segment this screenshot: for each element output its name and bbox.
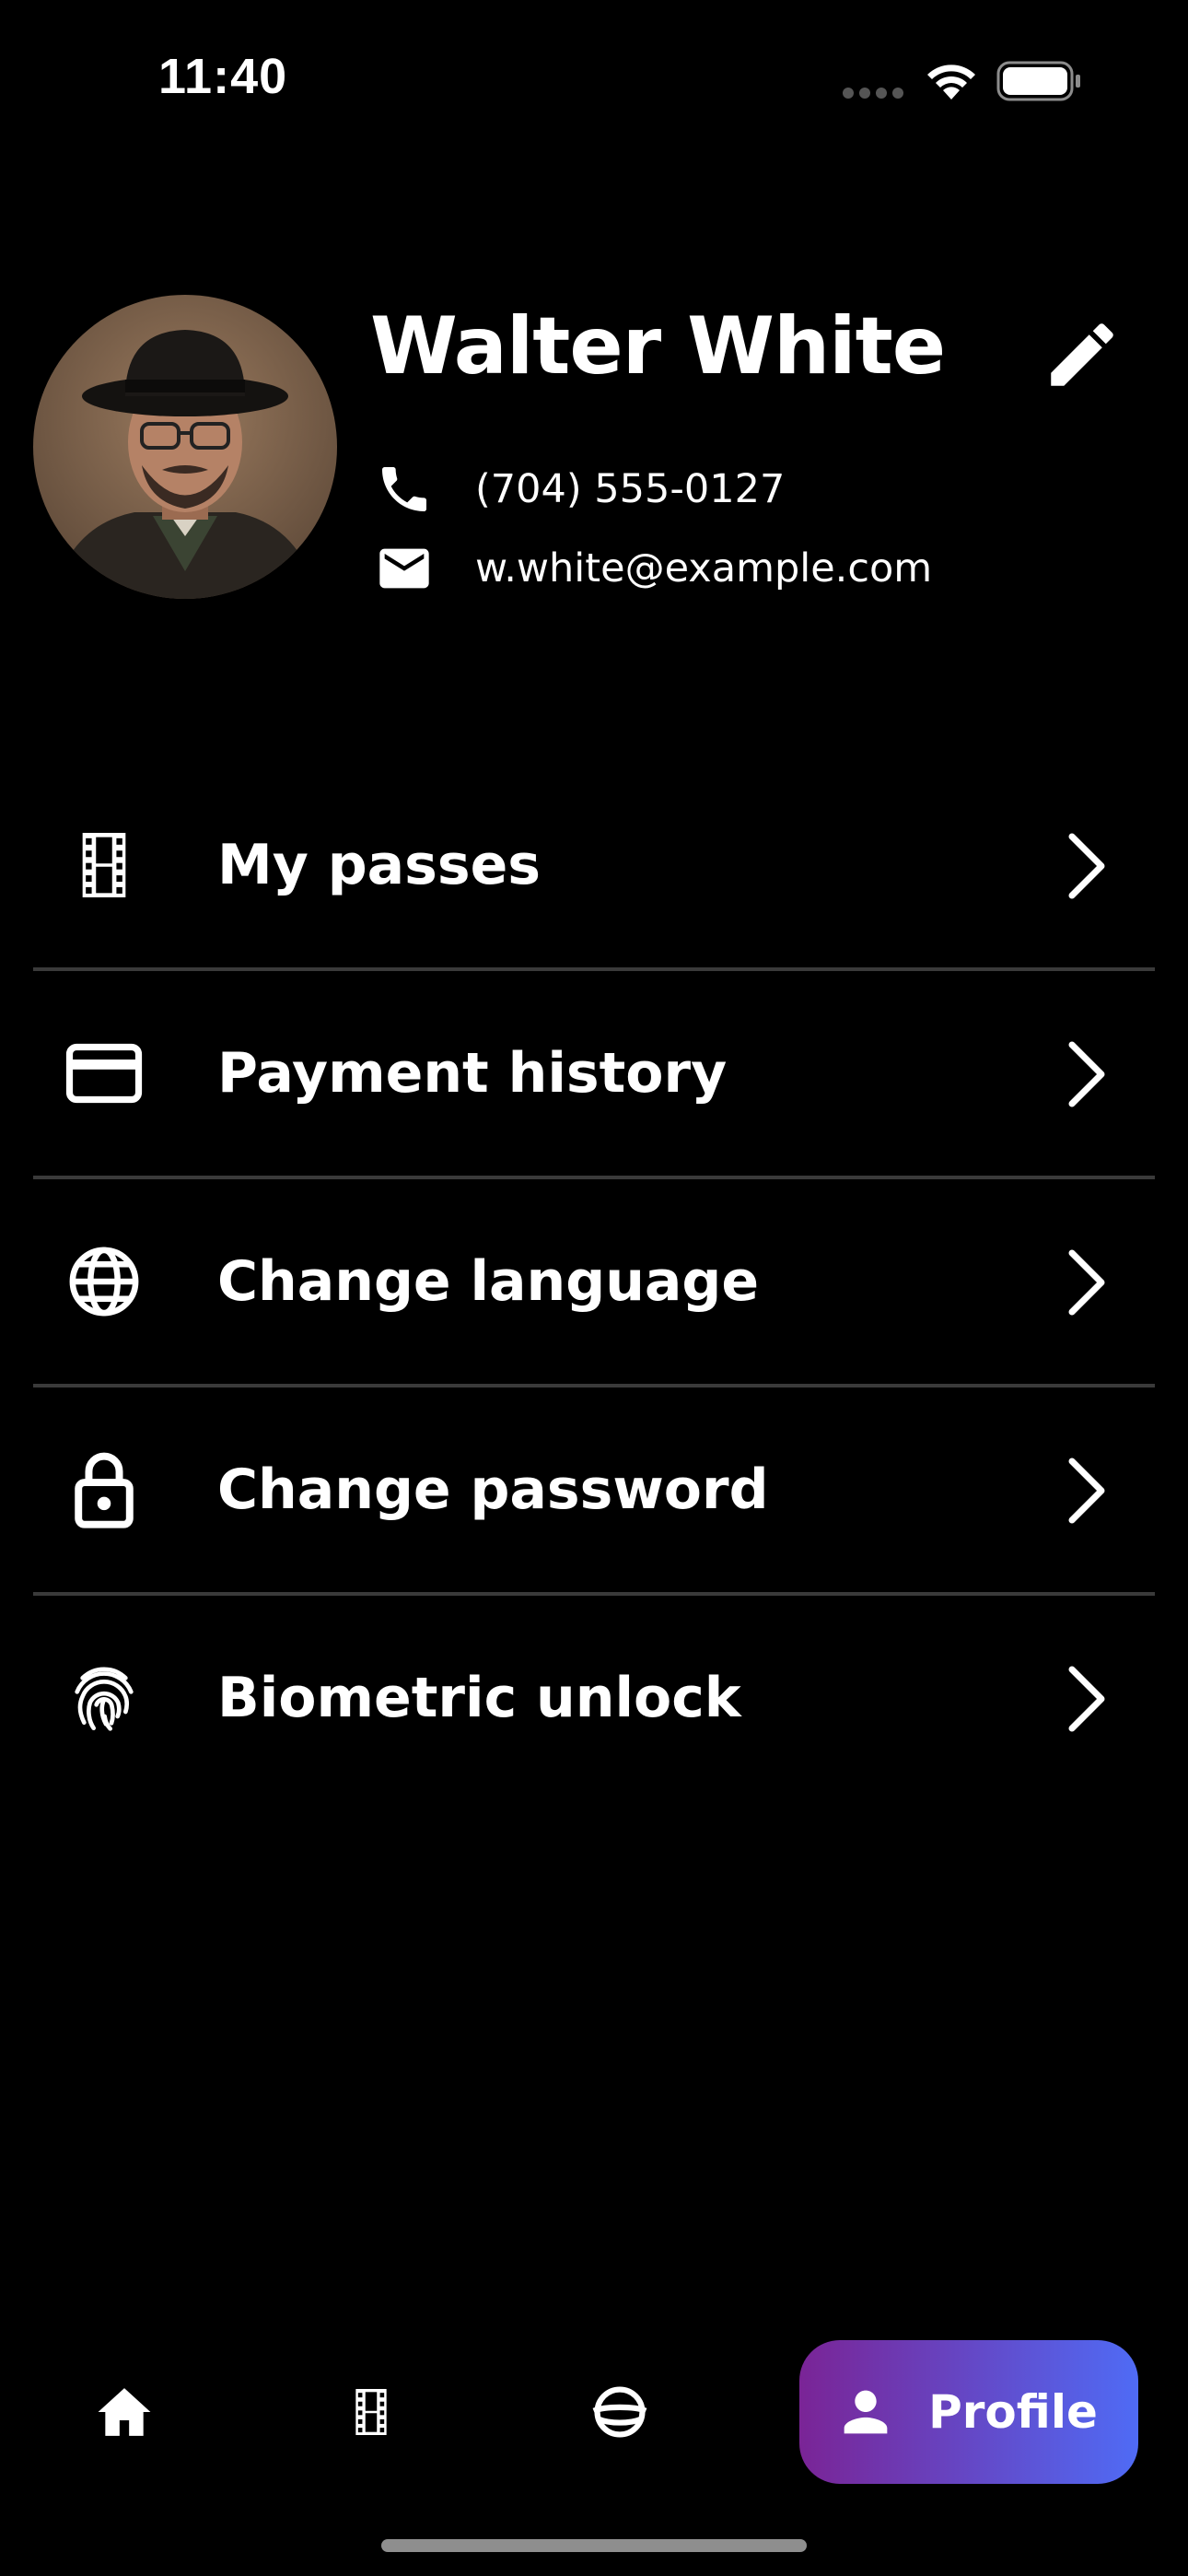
menu-item-label: My passes: [217, 833, 541, 897]
nav-explore[interactable]: [562, 2340, 678, 2484]
status-bar: 11:40: [0, 0, 1188, 147]
menu-item-label: Biometric unlock: [217, 1666, 741, 1730]
cellular-signal-icon: [843, 88, 903, 99]
chevron-right-icon: [1068, 833, 1105, 899]
nav-profile[interactable]: Profile: [799, 2340, 1138, 2484]
chevron-right-icon: [1068, 1458, 1105, 1524]
menu-item-label: Change language: [217, 1249, 760, 1314]
nav-passes[interactable]: [313, 2340, 429, 2484]
menu-item-payment-history[interactable]: Payment history: [33, 971, 1155, 1179]
globe-icon: [69, 1247, 139, 1317]
status-time: 11:40: [158, 49, 288, 104]
credit-card-icon: [65, 1043, 143, 1104]
mail-icon: [379, 548, 429, 589]
edit-profile-button[interactable]: [1041, 313, 1124, 396]
chevron-right-icon: [1068, 1666, 1105, 1732]
lock-icon: [75, 1452, 134, 1528]
profile-name: Walter White: [370, 300, 946, 392]
planet-icon: [592, 2386, 647, 2438]
phone-icon: [382, 467, 426, 511]
bottom-navigation: Profile: [0, 2340, 1188, 2497]
phone-number: (704) 555-0127: [475, 466, 786, 512]
menu-item-biometric-unlock[interactable]: Biometric unlock: [33, 1596, 1155, 1804]
battery-icon: [996, 61, 1080, 101]
email-row: w.white@example.com: [372, 536, 932, 601]
nav-home[interactable]: [66, 2340, 182, 2484]
menu-item-label: Payment history: [217, 1041, 728, 1106]
menu-item-change-password[interactable]: Change password: [33, 1388, 1155, 1596]
wifi-icon: [927, 64, 975, 100]
pencil-icon: [1051, 323, 1113, 386]
avatar-photo: [33, 295, 337, 599]
chevron-right-icon: [1068, 1249, 1105, 1316]
phone-row: (704) 555-0127: [372, 457, 785, 521]
email-address: w.white@example.com: [475, 545, 933, 591]
film-icon: [82, 833, 126, 897]
fingerprint-icon: [75, 1667, 134, 1731]
menu-item-my-passes[interactable]: My passes: [33, 763, 1155, 971]
profile-menu: My passes Payment history Change languag…: [33, 763, 1155, 1804]
nav-profile-label: Profile: [928, 2385, 1098, 2439]
film-icon: [355, 2389, 387, 2435]
person-icon: [844, 2390, 888, 2434]
home-icon: [98, 2388, 151, 2436]
avatar: [33, 295, 337, 599]
menu-item-change-language[interactable]: Change language: [33, 1179, 1155, 1388]
home-indicator: [381, 2539, 807, 2552]
menu-item-label: Change password: [217, 1458, 769, 1522]
status-icons: [838, 55, 1087, 107]
chevron-right-icon: [1068, 1041, 1105, 1107]
